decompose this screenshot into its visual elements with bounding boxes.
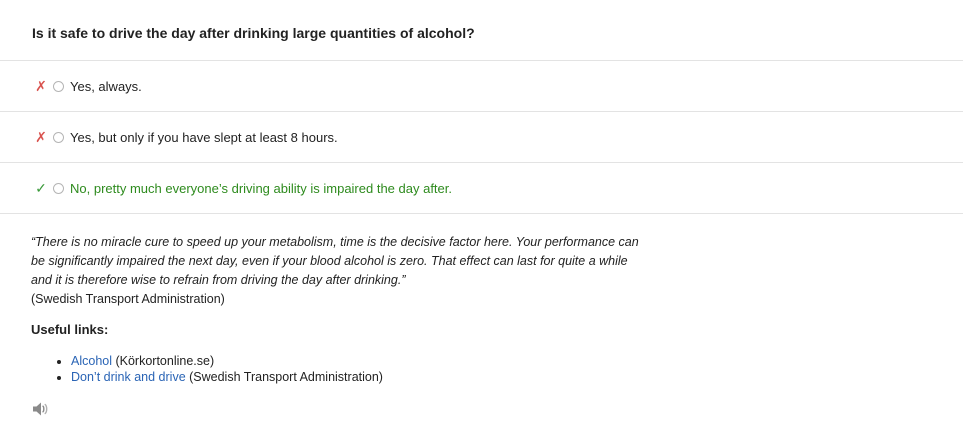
list-item: Don’t drink and drive (Swedish Transport… [71,369,383,385]
cross-icon: ✗ [35,128,47,145]
answer-option-2[interactable]: ✗ Yes, but only if you have slept at lea… [0,111,963,162]
checkmark-icon: ✓ [35,179,47,196]
alcohol-link[interactable]: Alcohol [71,354,112,368]
answer-label: Yes, always. [70,78,142,94]
answer-label: No, pretty much everyone’s driving abili… [70,180,452,196]
answer-option-3[interactable]: ✓ No, pretty much everyone’s driving abi… [0,162,963,214]
explanation-quote: “There is no miracle cure to speed up yo… [31,233,651,309]
dont-drink-and-drive-link[interactable]: Don’t drink and drive [71,370,186,384]
answer-list: ✗ Yes, always. ✗ Yes, but only if you ha… [0,60,963,214]
radio-button[interactable] [53,182,64,194]
speaker-icon[interactable] [31,400,49,418]
useful-links-heading: Useful links: [31,322,109,337]
question-title: Is it safe to drive the day after drinki… [32,25,475,41]
quote-source: (Swedish Transport Administration) [31,292,225,306]
quote-text: “There is no miracle cure to speed up yo… [31,235,639,287]
cross-icon: ✗ [35,77,47,94]
answer-label: Yes, but only if you have slept at least… [70,129,338,145]
answer-option-1[interactable]: ✗ Yes, always. [0,60,963,111]
link-source: (Körkortonline.se) [112,354,215,368]
useful-links-list: Alcohol (Körkortonline.se) Don’t drink a… [55,353,383,385]
radio-button[interactable] [53,131,64,143]
list-item: Alcohol (Körkortonline.se) [71,353,383,369]
radio-button[interactable] [53,80,64,92]
link-source: (Swedish Transport Administration) [185,370,383,384]
